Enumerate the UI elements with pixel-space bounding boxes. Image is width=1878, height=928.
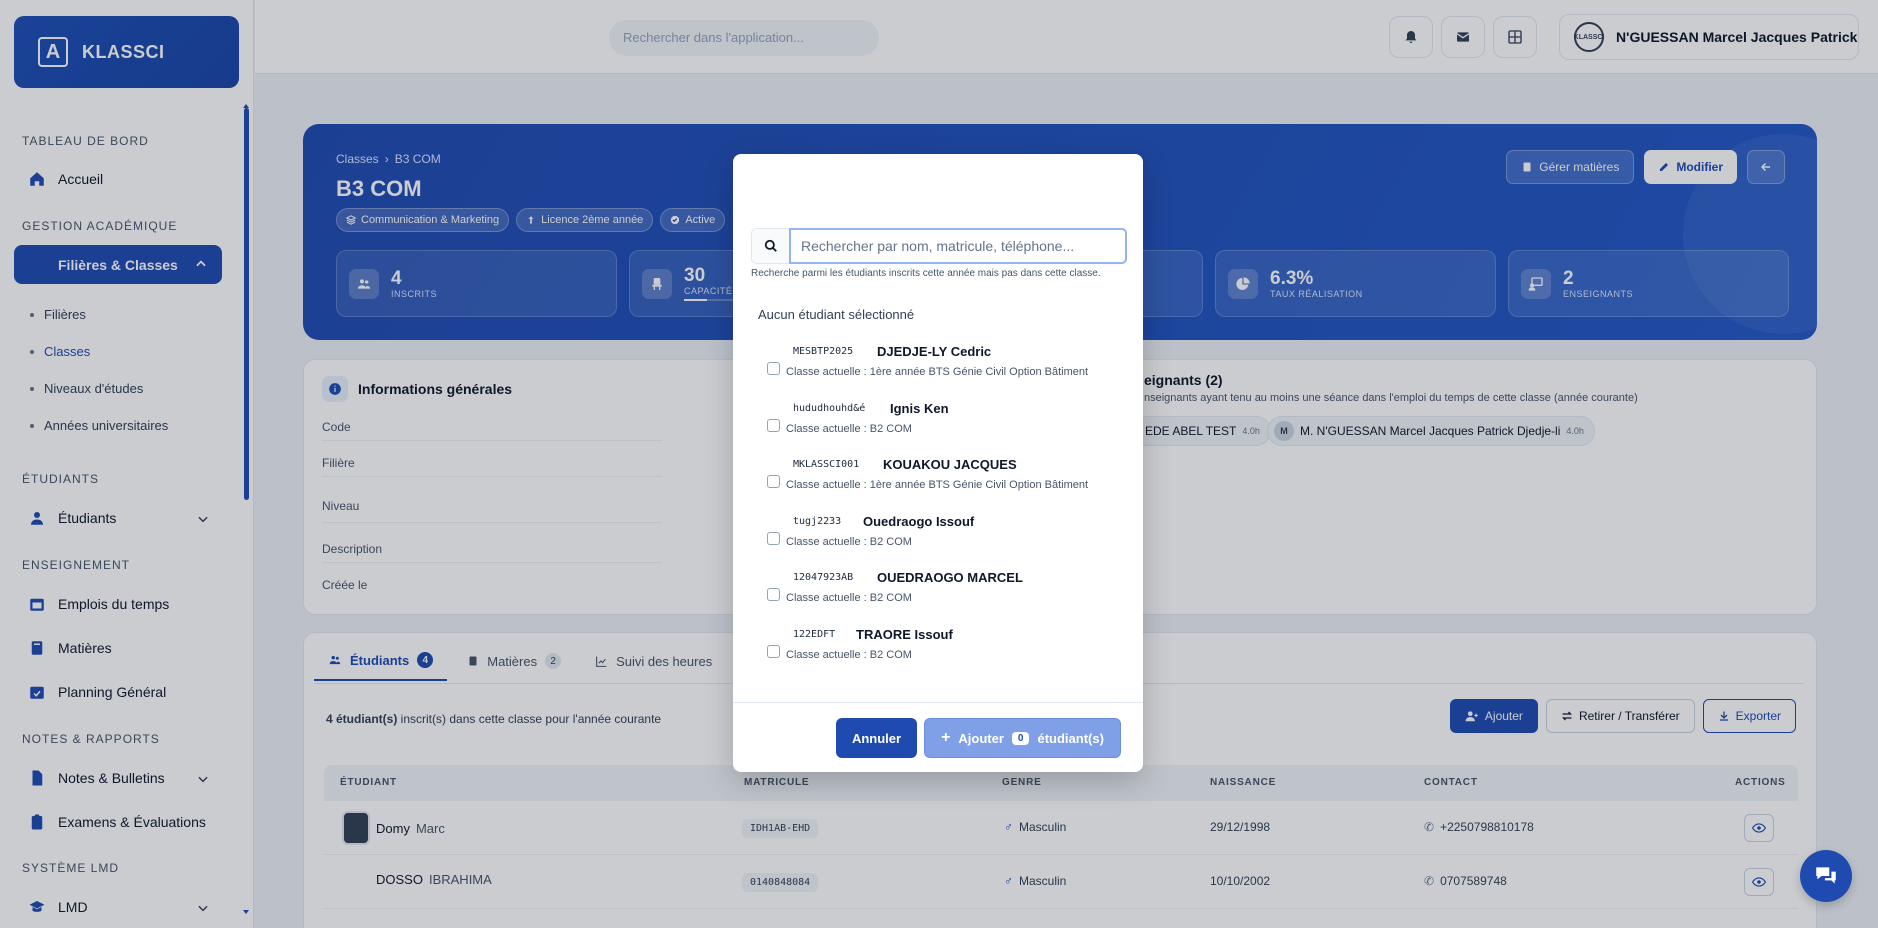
student-matricule: MESBTP2025: [793, 346, 854, 357]
student-search: [751, 228, 1127, 264]
button-label-prefix: Ajouter: [958, 730, 1004, 746]
selection-status: Aucun étudiant sélectionné: [758, 307, 915, 322]
student-matricule: hududhouhd&é: [793, 403, 866, 414]
list-item[interactable]: tugj2233 Ouedraogo Issouf Classe actuell…: [733, 514, 1143, 570]
student-checkbox[interactable]: [767, 419, 780, 432]
add-students-modal: Recherche parmi les étudiants inscrits c…: [733, 154, 1143, 772]
student-matricule: MKLASSCI001: [793, 459, 860, 470]
student-current-class: Classe actuelle : B2 COM: [786, 649, 912, 661]
student-name: OUEDRAOGO MARCEL: [877, 570, 1023, 585]
student-name: Ouedraogo Issouf: [863, 514, 975, 529]
student-checkbox[interactable]: [767, 532, 780, 545]
student-current-class: Classe actuelle : 1ère année BTS Génie C…: [786, 479, 1089, 491]
student-current-class: Classe actuelle : B2 COM: [786, 536, 912, 548]
search-hint: Recherche parmi les étudiants inscrits c…: [751, 268, 1101, 279]
student-matricule: 12047923AB: [793, 572, 854, 583]
search-icon: [751, 228, 789, 264]
list-item[interactable]: 12047923AB OUEDRAOGO MARCEL Classe actue…: [733, 570, 1143, 626]
divider: [733, 702, 1143, 703]
student-list: MESBTP2025 DJEDJE-LY Cedric Classe actue…: [733, 344, 1143, 704]
list-item[interactable]: hududhouhd&é Ignis Ken Classe actuelle :…: [733, 401, 1143, 457]
student-checkbox[interactable]: [767, 645, 780, 658]
student-checkbox[interactable]: [767, 475, 780, 488]
cancel-button[interactable]: Annuler: [836, 718, 917, 758]
list-item[interactable]: MKLASSCI001 KOUAKOU JACQUES Classe actue…: [733, 457, 1143, 513]
student-name: KOUAKOU JACQUES: [883, 457, 1017, 472]
add-selected-button[interactable]: + Ajouter 0 étudiant(s): [924, 718, 1121, 758]
student-checkbox[interactable]: [767, 588, 780, 601]
student-name: Ignis Ken: [890, 401, 949, 416]
student-matricule: tugj2233: [793, 516, 842, 527]
button-label-suffix: étudiant(s): [1037, 730, 1104, 746]
list-item[interactable]: MESBTP2025 DJEDJE-LY Cedric Classe actue…: [733, 344, 1143, 400]
list-item[interactable]: 122EDFT TRAORE Issouf Classe actuelle : …: [733, 627, 1143, 683]
chat-button[interactable]: [1800, 850, 1852, 902]
chat-bubbles-icon: [1816, 867, 1836, 884]
student-search-input[interactable]: [789, 228, 1127, 264]
student-current-class: Classe actuelle : 1ère année BTS Génie C…: [786, 366, 1089, 378]
student-current-class: Classe actuelle : B2 COM: [786, 592, 912, 604]
student-name: DJEDJE-LY Cedric: [877, 344, 992, 359]
student-checkbox[interactable]: [767, 362, 780, 375]
student-current-class: Classe actuelle : B2 COM: [786, 423, 912, 435]
plus-icon: +: [941, 729, 951, 746]
student-name: TRAORE Issouf: [856, 627, 953, 642]
selected-count-badge: 0: [1011, 731, 1030, 745]
student-matricule: 122EDFT: [793, 629, 836, 640]
